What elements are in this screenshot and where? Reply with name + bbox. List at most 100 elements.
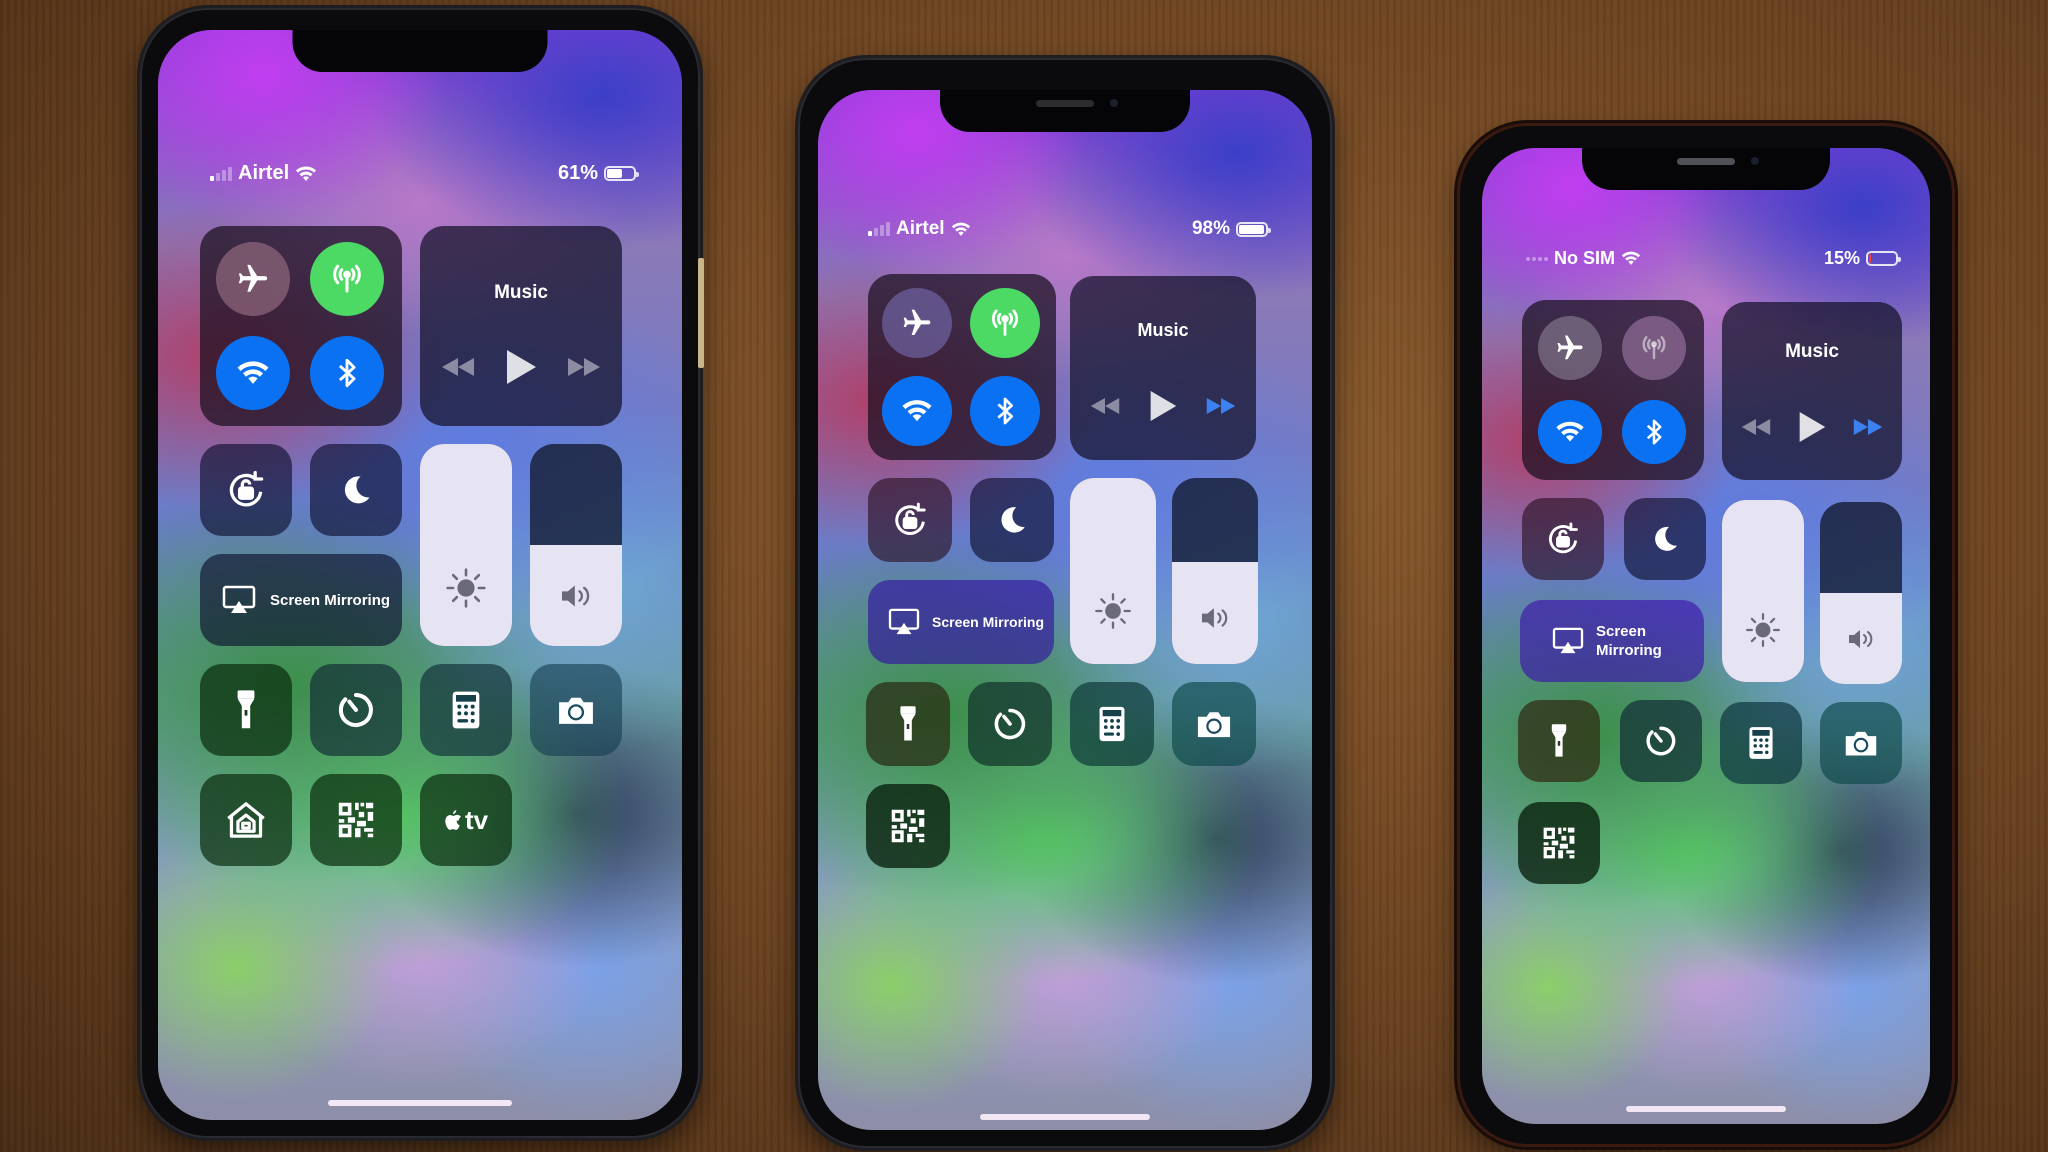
calculator-button[interactable] (1070, 682, 1154, 766)
music-module[interactable]: Music (1722, 302, 1902, 480)
airplane-mode-toggle[interactable] (882, 288, 952, 358)
fast-forward-button[interactable] (1852, 417, 1884, 437)
volume-slider[interactable] (1820, 502, 1902, 684)
timer-button[interactable] (1620, 700, 1702, 782)
brightness-level (1722, 500, 1804, 682)
screen-mirroring-icon (222, 585, 256, 613)
timer-button[interactable] (310, 664, 402, 756)
carrier-label: No SIM (1554, 248, 1615, 268)
wifi-icon (1556, 421, 1584, 442)
do-not-disturb-toggle[interactable] (310, 444, 402, 536)
cellular-data-toggle[interactable] (970, 288, 1040, 358)
screen-mirroring-button[interactable]: Screen Mirroring (200, 554, 402, 646)
home-button[interactable] (200, 774, 292, 866)
airplane-icon (238, 264, 268, 292)
cellular-data-toggle[interactable] (310, 242, 384, 316)
music-module[interactable]: Music (420, 226, 622, 426)
timer-icon (338, 693, 373, 727)
airplane-icon (903, 309, 931, 335)
cellular-signal-icon (868, 222, 890, 236)
screen: Airtel 98% Music Screen Mirroring (818, 90, 1312, 1130)
screen-mirroring-button[interactable]: Screen Mirroring (1520, 600, 1704, 682)
phone-middle: Airtel 98% Music Screen Mirroring (798, 58, 1332, 1148)
wifi-toggle[interactable] (1538, 400, 1602, 464)
play-button[interactable] (1797, 410, 1827, 444)
screen-mirroring-label: Screen Mirroring (932, 614, 1045, 630)
volume-slider[interactable] (1172, 478, 1258, 664)
qr-code-scanner-button[interactable] (866, 784, 950, 868)
brightness-slider[interactable] (1722, 500, 1804, 682)
qr-code-scanner-button[interactable] (1518, 802, 1600, 884)
orientation-lock-toggle[interactable] (868, 478, 952, 562)
phone-right: No SIM 15% Music Screen Mirroring (1460, 126, 1952, 1144)
brightness-slider[interactable] (1070, 478, 1156, 664)
speaker-icon (1202, 607, 1228, 628)
airplane-mode-toggle[interactable] (1538, 316, 1602, 380)
brightness-level (1070, 478, 1156, 664)
bluetooth-icon (1646, 419, 1662, 445)
moon-icon (344, 476, 370, 504)
cellular-signal-icon (210, 166, 232, 181)
battery-percent: 61% (557, 162, 598, 184)
camera-button[interactable] (1172, 682, 1256, 766)
status-bar: Airtel 61% (158, 162, 682, 185)
rewind-button[interactable] (1089, 396, 1121, 416)
orientation-lock-icon (1549, 522, 1578, 554)
camera-icon (1197, 712, 1231, 738)
orientation-lock-toggle[interactable] (1522, 498, 1604, 580)
orientation-lock-icon (895, 502, 926, 535)
flashlight-button[interactable] (1518, 700, 1600, 782)
calculator-button[interactable] (420, 664, 512, 756)
battery-percent: 98% (1191, 218, 1230, 239)
connectivity-module[interactable] (1522, 300, 1704, 480)
battery-level (1869, 254, 1872, 263)
camera-button[interactable] (530, 664, 622, 756)
home-indicator (1626, 1106, 1786, 1112)
bluetooth-toggle[interactable] (970, 376, 1040, 446)
play-button[interactable] (504, 348, 538, 386)
volume-slider[interactable] (530, 444, 622, 646)
camera-button[interactable] (1820, 702, 1902, 784)
fast-forward-button[interactable] (1205, 396, 1237, 416)
do-not-disturb-toggle[interactable] (970, 478, 1054, 562)
screen-mirroring-label: Screen Mirroring (1596, 622, 1662, 661)
do-not-disturb-toggle[interactable] (1624, 498, 1706, 580)
sun-icon (1746, 613, 1780, 648)
calculator-icon (1099, 706, 1125, 742)
timer-button[interactable] (968, 682, 1052, 766)
airplane-mode-toggle[interactable] (216, 242, 290, 316)
apple-tv-remote-button[interactable]: tv (420, 774, 512, 866)
side-button (698, 258, 704, 368)
qr-code-icon (338, 802, 374, 838)
moon-icon (1001, 507, 1025, 533)
screen: Airtel 61% Music Screen Mirroring tv (158, 30, 682, 1120)
battery-icon (1236, 221, 1271, 237)
notch (940, 90, 1190, 132)
fast-forward-button[interactable] (566, 356, 602, 378)
flashlight-icon (1551, 724, 1567, 757)
flashlight-button[interactable] (866, 682, 950, 766)
calculator-button[interactable] (1720, 702, 1802, 784)
screen-mirroring-button[interactable]: Screen Mirroring (868, 580, 1054, 664)
bluetooth-toggle[interactable] (310, 336, 384, 410)
music-module[interactable]: Music (1070, 276, 1256, 460)
battery-icon (1866, 251, 1901, 266)
wifi-icon (1621, 251, 1641, 265)
cellular-data-toggle[interactable] (1622, 316, 1686, 380)
battery-icon (604, 166, 639, 181)
notch (292, 30, 548, 72)
wifi-icon (951, 222, 970, 236)
brightness-slider[interactable] (420, 444, 512, 646)
orientation-lock-toggle[interactable] (200, 444, 292, 536)
rewind-button[interactable] (1740, 417, 1772, 437)
connectivity-module[interactable] (200, 226, 402, 426)
bluetooth-toggle[interactable] (1622, 400, 1686, 464)
qr-code-icon (891, 809, 925, 843)
flashlight-button[interactable] (200, 664, 292, 756)
wifi-toggle[interactable] (882, 376, 952, 446)
wifi-toggle[interactable] (216, 336, 290, 410)
play-button[interactable] (1148, 389, 1178, 423)
connectivity-module[interactable] (868, 274, 1056, 460)
qr-code-scanner-button[interactable] (310, 774, 402, 866)
rewind-button[interactable] (440, 356, 476, 378)
